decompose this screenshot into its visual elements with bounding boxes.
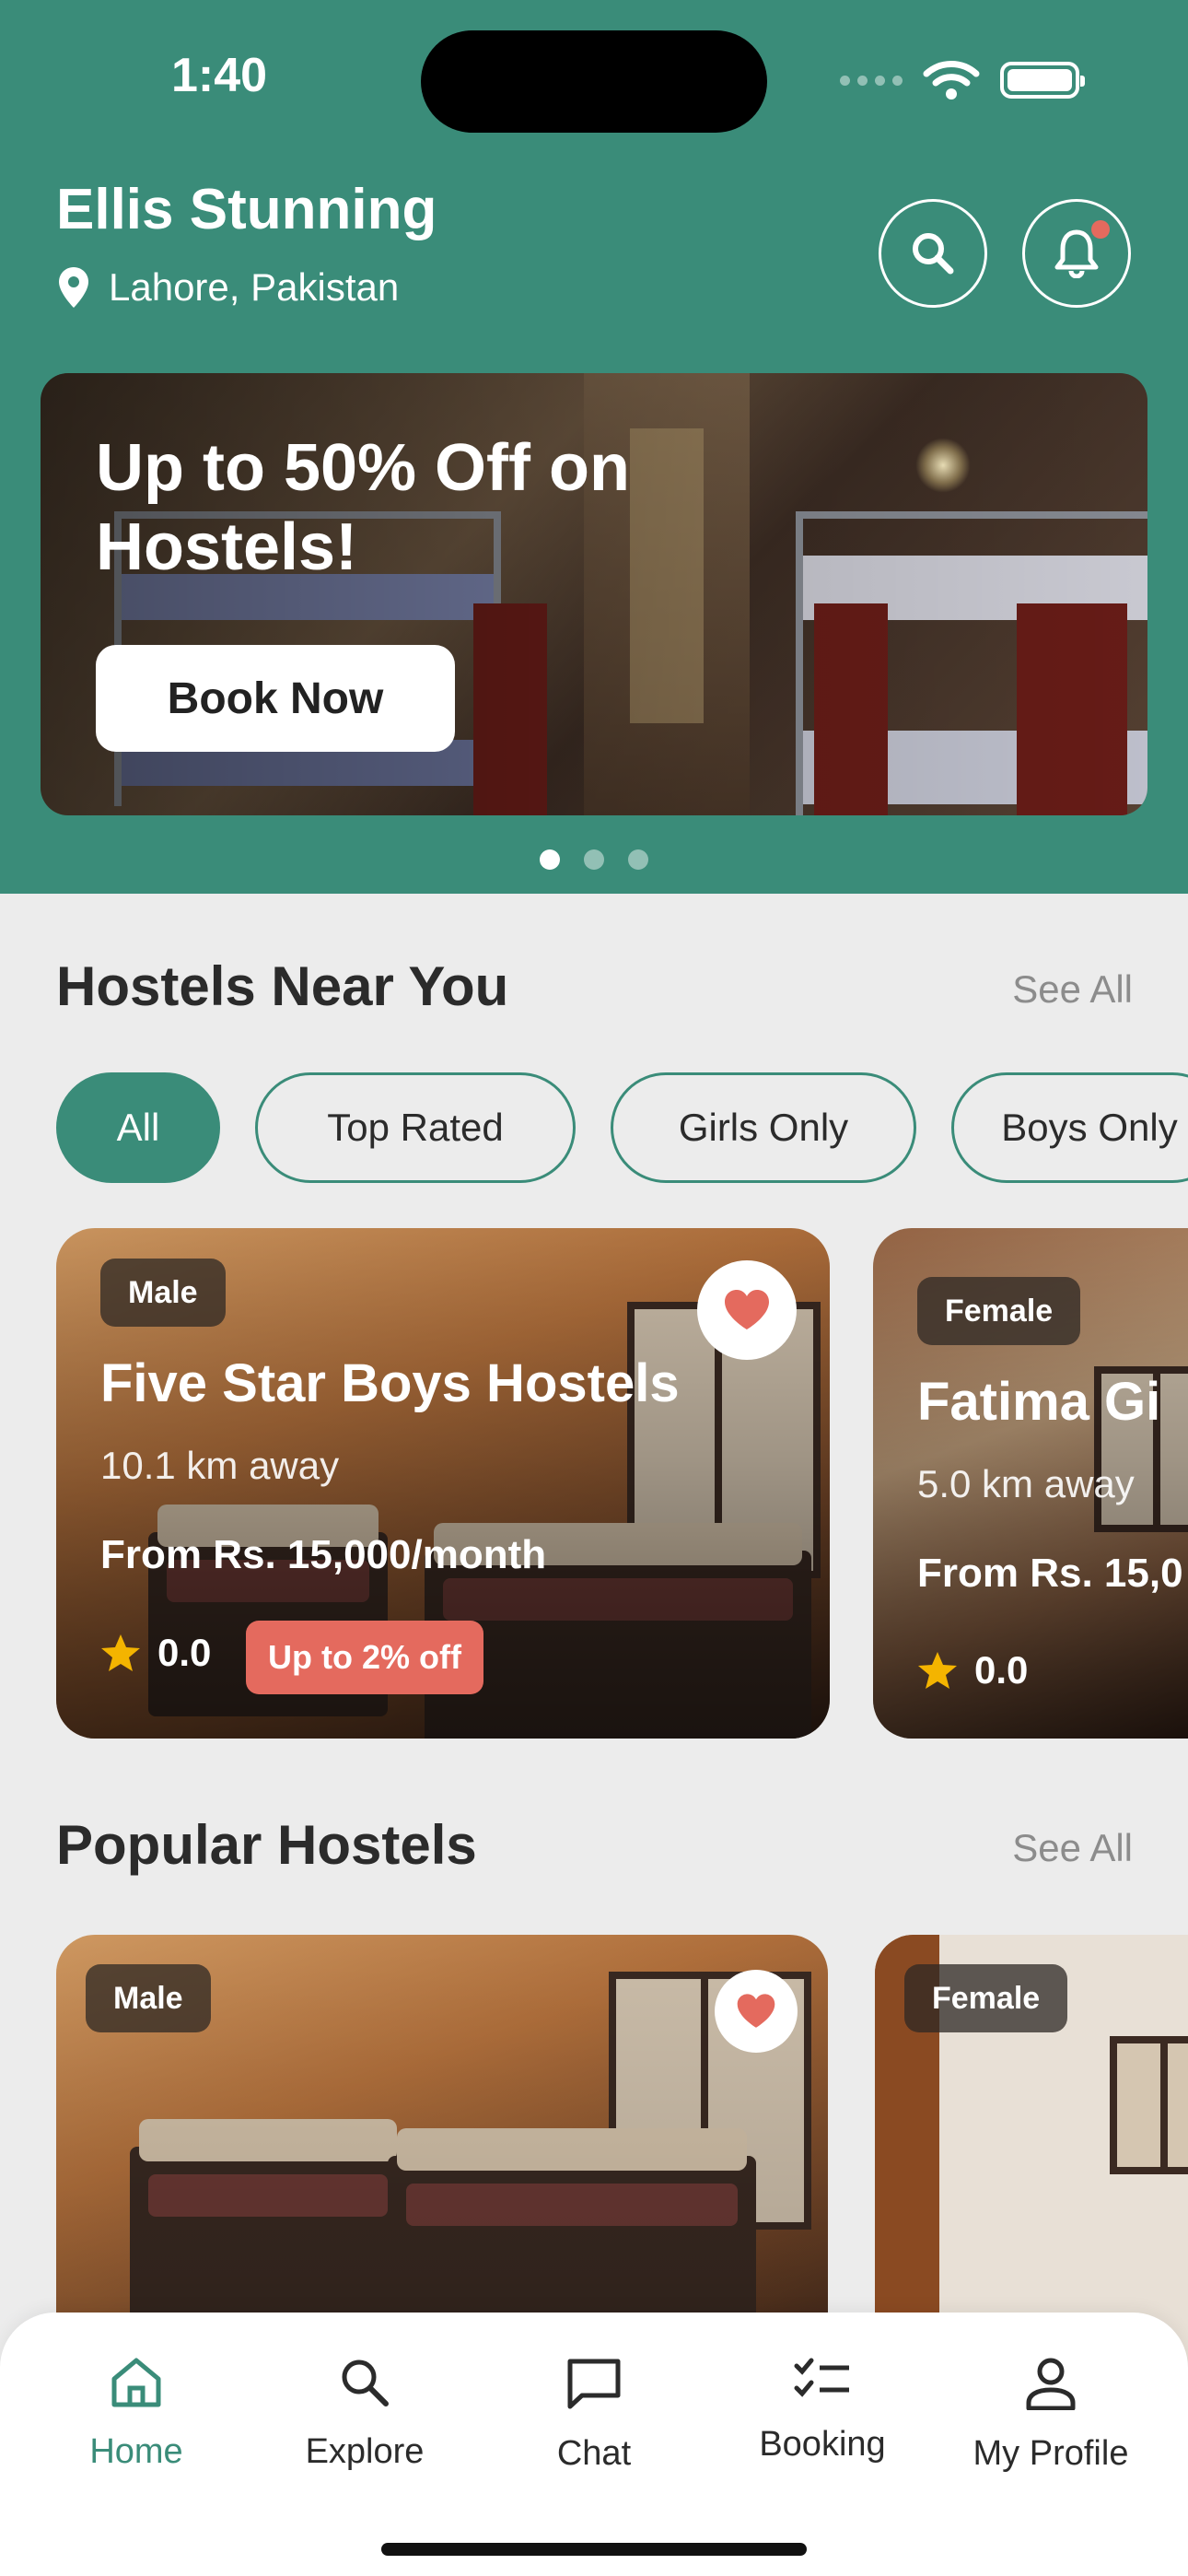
hostel-name: Fatima Gi — [917, 1372, 1161, 1432]
hostel-rating: 0.0 — [100, 1631, 211, 1675]
map-pin-icon — [59, 267, 88, 308]
filter-chip-girls-only[interactable]: Girls Only — [611, 1072, 916, 1183]
favorite-button[interactable] — [697, 1260, 797, 1360]
hostel-rating: 0.0 — [917, 1648, 1028, 1692]
filter-chips: All Top Rated Girls Only Boys Only — [56, 1072, 1188, 1183]
search-button[interactable] — [879, 199, 987, 308]
promo-banner[interactable]: Up to 50% Off on Hostels! Book Now — [41, 373, 1147, 815]
user-icon — [1026, 2358, 1076, 2410]
dynamic-island — [421, 30, 767, 133]
home-indicator[interactable] — [381, 2543, 807, 2556]
carousel-dot[interactable] — [540, 849, 560, 870]
popular-title: Popular Hostels — [56, 1814, 477, 1876]
filter-chip-boys-only[interactable]: Boys Only — [951, 1072, 1188, 1183]
checklist-icon — [794, 2358, 849, 2397]
location-text: Lahore, Pakistan — [109, 265, 400, 309]
hostel-distance: 5.0 km away — [917, 1462, 1135, 1505]
heart-icon — [737, 1994, 775, 2028]
nav-explore[interactable]: Explore — [254, 2357, 475, 2472]
banner-title: Up to 50% Off on Hostels! — [96, 431, 630, 584]
star-icon — [101, 1634, 140, 1671]
gender-tag: Female — [917, 1277, 1081, 1345]
hostel-name: Five Star Boys Hostels — [100, 1353, 680, 1413]
nav-label: Chat — [556, 2434, 632, 2473]
book-now-button[interactable]: Book Now — [96, 645, 455, 752]
heart-icon — [725, 1290, 769, 1329]
star-icon — [918, 1652, 957, 1689]
chat-icon — [567, 2359, 621, 2409]
user-name: Ellis Stunning — [56, 178, 437, 241]
rating-value: 0.0 — [157, 1631, 212, 1674]
battery-icon — [1000, 62, 1085, 99]
bell-icon — [1054, 229, 1099, 278]
signal-icon — [840, 75, 903, 86]
carousel-dot[interactable] — [584, 849, 604, 870]
hostel-card-five-star[interactable]: Male Five Star Boys Hostels 10.1 km away… — [56, 1228, 830, 1739]
nav-chat[interactable]: Chat — [483, 2357, 705, 2474]
nav-my-profile[interactable]: My Profile — [940, 2357, 1161, 2474]
near-you-title: Hostels Near You — [56, 955, 509, 1017]
wifi-icon — [923, 61, 980, 100]
popular-see-all-link[interactable]: See All — [1012, 1826, 1133, 1870]
status-time: 1:40 — [171, 49, 268, 102]
filter-chip-top-rated[interactable]: Top Rated — [255, 1072, 576, 1183]
favorite-button[interactable] — [715, 1970, 798, 2053]
nav-label: My Profile — [973, 2434, 1129, 2473]
gender-tag: Male — [100, 1259, 226, 1327]
notification-badge — [1091, 220, 1110, 239]
carousel-dot[interactable] — [628, 849, 648, 870]
hostel-price: From Rs. 15,0 — [917, 1551, 1183, 1596]
hostel-distance: 10.1 km away — [100, 1444, 340, 1487]
bottom-navigation: Home Explore Chat Booking My Profile — [0, 2313, 1188, 2576]
status-icons — [840, 59, 1085, 101]
gender-tag: Female — [904, 1964, 1068, 2032]
header: 1:40 Ellis Stunning Lahore, Pakistan Up … — [0, 0, 1188, 894]
hostel-price: From Rs. 15,000/month — [100, 1532, 547, 1577]
filter-chip-all[interactable]: All — [56, 1072, 220, 1183]
nav-label: Home — [89, 2432, 183, 2471]
carousel-dots[interactable] — [540, 849, 648, 870]
search-icon — [913, 233, 954, 275]
location: Lahore, Pakistan — [59, 265, 399, 310]
discount-badge: Up to 2% off — [246, 1621, 483, 1694]
search-icon — [342, 2359, 389, 2406]
near-you-see-all-link[interactable]: See All — [1012, 967, 1133, 1012]
nav-home[interactable]: Home — [26, 2357, 247, 2472]
gender-tag: Male — [86, 1964, 211, 2032]
nav-booking[interactable]: Booking — [712, 2357, 933, 2465]
nav-label: Explore — [305, 2432, 425, 2471]
rating-value: 0.0 — [974, 1648, 1029, 1692]
hostel-card-fatima[interactable]: Female Fatima Gi 5.0 km away From Rs. 15… — [873, 1228, 1188, 1739]
home-icon — [111, 2358, 161, 2407]
notifications-button[interactable] — [1022, 199, 1131, 308]
nav-label: Booking — [759, 2425, 886, 2464]
